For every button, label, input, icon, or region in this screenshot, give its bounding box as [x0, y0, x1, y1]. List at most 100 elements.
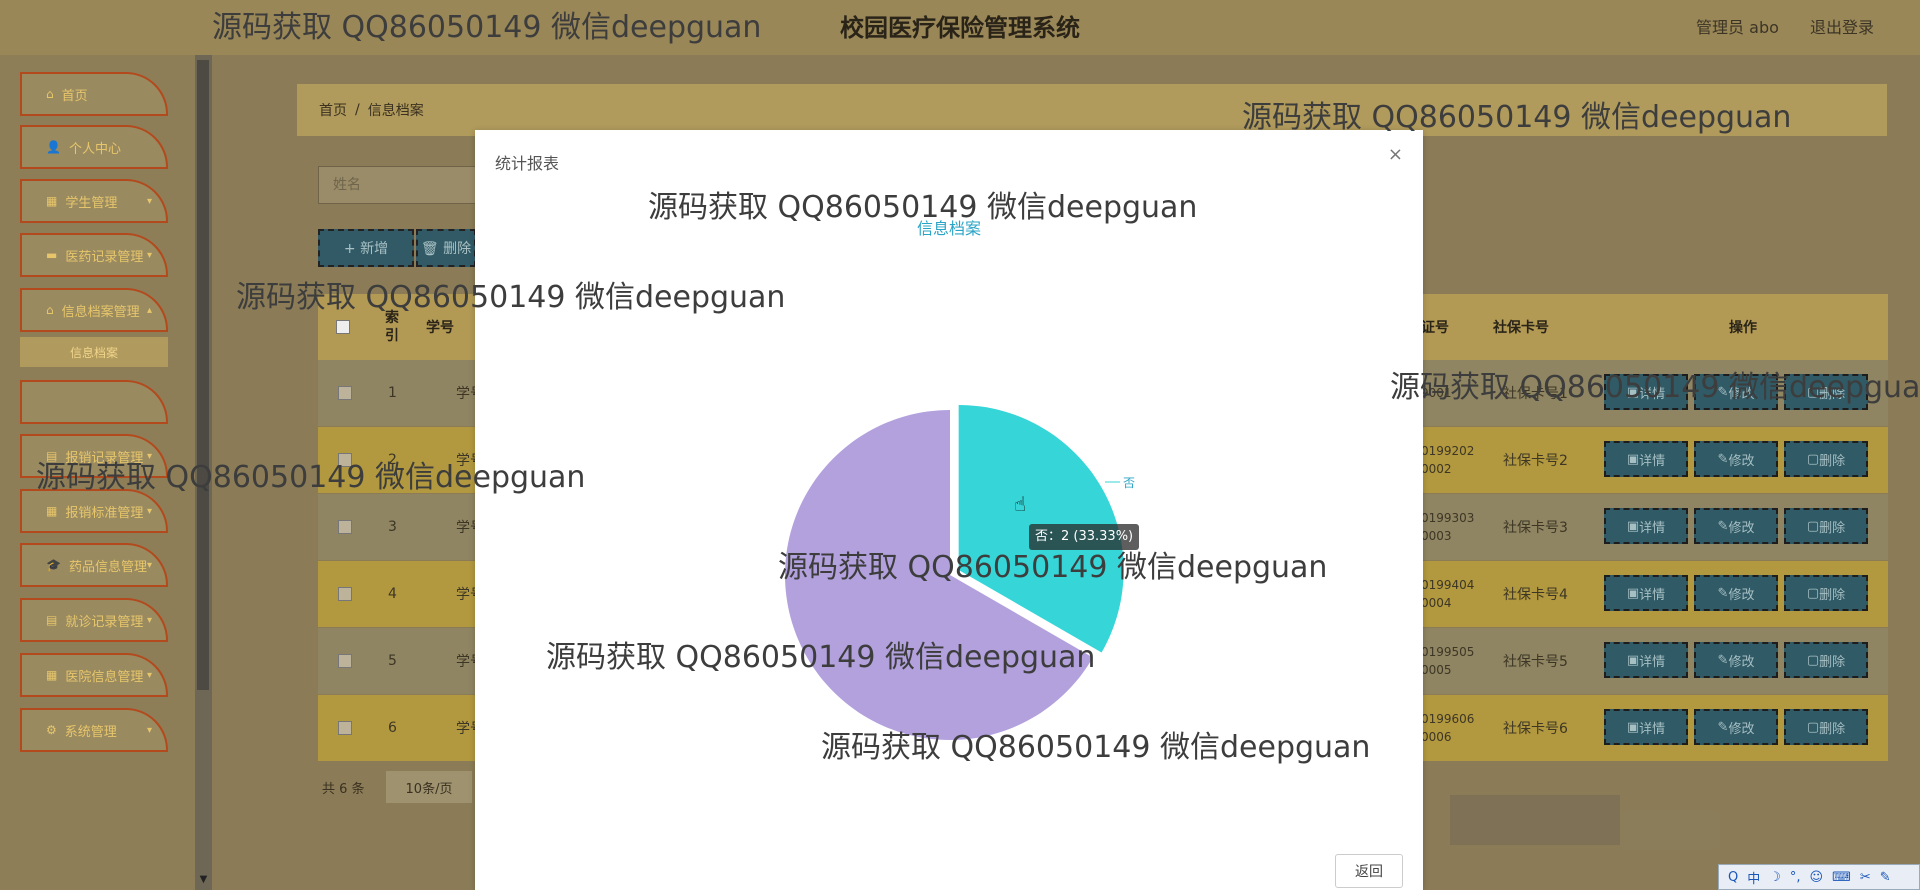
watermark: 源码获取 QQ86050149 微信deepguan — [648, 190, 1198, 225]
detail-button[interactable]: ▣ 详情 — [1604, 441, 1688, 477]
row-checkbox[interactable] — [338, 520, 352, 534]
row-id-no-line2: 0005 — [1421, 663, 1452, 677]
ime-toolbar[interactable]: Q 中 ☽ °, ☺ ⌨ ✂ ✎ — [1718, 864, 1920, 890]
user-area: 管理员 abo 退出登录 — [1670, 14, 1874, 38]
chevron-down-icon: ▾ — [146, 669, 152, 681]
sidebar-item-medicine-records[interactable]: ▬ 医药记录管理 ▾ — [20, 233, 168, 277]
ime-scissors-icon[interactable]: ✂ — [1860, 870, 1871, 885]
op-label: 修改 — [1728, 721, 1755, 737]
breadcrumb-separator: / — [355, 102, 360, 118]
row-id-no-line2: 0006 — [1421, 730, 1452, 744]
delete-button[interactable]: ▢ 删除 — [1784, 575, 1868, 611]
sidebar-item-home[interactable]: ⌂ 首页 — [20, 72, 168, 116]
row-id-no-line1: 0199606 — [1421, 712, 1475, 726]
name-search-input[interactable]: 姓名 — [318, 166, 478, 204]
row-id-no-line2: 0002 — [1421, 462, 1452, 476]
grid-icon: ▦ — [46, 194, 58, 208]
detail-button[interactable]: ▣ 详情 — [1604, 575, 1688, 611]
sidebar-item-profile[interactable]: 👤 个人中心 — [20, 125, 168, 169]
sidebar-scrollbar-thumb[interactable] — [197, 60, 209, 690]
delete-button[interactable]: ▢ 删除 — [1784, 508, 1868, 544]
op-label: 删除 — [1819, 520, 1846, 536]
batch-delete-button[interactable]: 🗑 删除 — [416, 229, 476, 267]
sidebar-item-visit-records[interactable]: ▤ 就诊记录管理 ▾ — [20, 598, 168, 642]
edit-button[interactable]: ✎ 修改 — [1694, 575, 1778, 611]
op-label: 详情 — [1639, 721, 1666, 737]
edit-button[interactable]: ✎ 修改 — [1694, 508, 1778, 544]
row-checkbox-cell — [338, 494, 352, 560]
row-checkbox-cell — [338, 628, 352, 694]
sidebar-item-label: 学生管理 — [65, 195, 118, 211]
trash-icon: ▢ — [1806, 719, 1820, 735]
sidebar-item-info-archive[interactable]: ⌂ 信息档案管理 ▴ — [20, 288, 168, 332]
chevron-up-icon: ▴ — [146, 304, 152, 316]
row-checkbox[interactable] — [338, 654, 352, 668]
ime-logo-icon[interactable]: Q — [1728, 870, 1738, 885]
doc-icon: ▣ — [1626, 585, 1640, 601]
row-checkbox-cell — [338, 561, 352, 627]
detail-button[interactable]: ▣ 详情 — [1604, 709, 1688, 745]
op-label: 修改 — [1728, 520, 1755, 536]
home-icon: ⌂ — [46, 303, 54, 317]
ime-emoji-icon[interactable]: ☺ — [1810, 870, 1824, 885]
doc-icon: ▣ — [1626, 652, 1640, 668]
row-index: 5 — [388, 653, 397, 669]
watermark: 源码获取 QQ86050149 微信deepguan — [546, 640, 1096, 675]
ime-pen-icon[interactable]: ✎ — [1880, 870, 1891, 885]
detail-button[interactable]: ▣ 详情 — [1604, 642, 1688, 678]
home-icon: ⌂ — [46, 87, 54, 101]
watermark: 源码获取 QQ86050149 微信deepguan — [821, 730, 1371, 765]
pie-chart[interactable] — [475, 130, 1423, 890]
delete-button[interactable]: ▢ 删除 — [1784, 642, 1868, 678]
delete-button[interactable]: ▢ 删除 — [1784, 441, 1868, 477]
sidebar-item-hospital-info[interactable]: ▦ 医院信息管理 ▾ — [20, 653, 168, 697]
sidebar-item-label: 医院信息管理 — [65, 669, 144, 685]
row-checkbox[interactable] — [338, 587, 352, 601]
add-button[interactable]: + 新增 — [318, 229, 414, 267]
pencil-icon: ✎ — [1717, 652, 1729, 668]
sidebar-subitem-info-archive[interactable]: 信息档案 — [20, 337, 168, 367]
ime-chinese-toggle[interactable]: 中 — [1747, 868, 1760, 887]
op-label: 删除 — [1819, 721, 1846, 737]
sidebar-item-label: 首页 — [61, 88, 88, 104]
scroll-down-icon[interactable]: ▼ — [196, 874, 211, 885]
chevron-down-icon: ▾ — [146, 724, 152, 736]
row-index: 6 — [388, 720, 397, 736]
edit-button[interactable]: ✎ 修改 — [1694, 441, 1778, 477]
row-id-no-line1: 0199404 — [1421, 578, 1475, 592]
delete-button[interactable]: ▢ 删除 — [1784, 709, 1868, 745]
pager-total: 共 6 条 — [322, 782, 365, 797]
sidebar-item-hidden-1[interactable] — [20, 380, 168, 424]
edit-button[interactable]: ✎ 修改 — [1694, 709, 1778, 745]
row-checkbox[interactable] — [338, 721, 352, 735]
row-social-card: 社保卡号3 — [1503, 520, 1568, 536]
ime-keyboard-icon[interactable]: ⌨ — [1832, 870, 1851, 885]
sidebar-item-label: 报销标准管理 — [65, 505, 144, 521]
chevron-down-icon: ▾ — [146, 505, 152, 517]
blurred-region — [1450, 795, 1620, 845]
sidebar-item-drug-info[interactable]: 🎓 药品信息管理 ▾ — [20, 543, 168, 587]
page-size-select[interactable]: 10条/页 — [386, 771, 472, 803]
op-label: 删除 — [1819, 453, 1846, 469]
watermark: 源码获取 QQ86050149 微信deepguan — [236, 280, 786, 315]
user-icon: 👤 — [46, 140, 61, 154]
row-social-card: 社保卡号2 — [1503, 453, 1568, 469]
edit-button[interactable]: ✎ 修改 — [1694, 642, 1778, 678]
sidebar-item-students[interactable]: ▦ 学生管理 ▾ — [20, 179, 168, 223]
op-label: 详情 — [1639, 520, 1666, 536]
gear-icon: ⚙ — [46, 723, 57, 737]
back-button[interactable]: 返回 — [1335, 854, 1403, 888]
ime-moon-icon[interactable]: ☽ — [1769, 870, 1781, 885]
chevron-down-icon: ▾ — [146, 559, 152, 571]
row-checkbox[interactable] — [338, 386, 352, 400]
row-index: 3 — [388, 519, 397, 535]
row-id-no-line2: 0004 — [1421, 596, 1452, 610]
detail-button[interactable]: ▣ 详情 — [1604, 508, 1688, 544]
sidebar-item-system[interactable]: ⚙ 系统管理 ▾ — [20, 708, 168, 752]
row-index: 1 — [388, 385, 397, 401]
breadcrumb-home[interactable]: 首页 — [319, 100, 347, 120]
ime-punct-icon[interactable]: °, — [1790, 870, 1801, 885]
row-id-no-line2: 0003 — [1421, 529, 1452, 543]
logout-link[interactable]: 退出登录 — [1810, 18, 1874, 37]
watermark: 源码获取 QQ86050149 微信deepguan — [1242, 100, 1792, 135]
